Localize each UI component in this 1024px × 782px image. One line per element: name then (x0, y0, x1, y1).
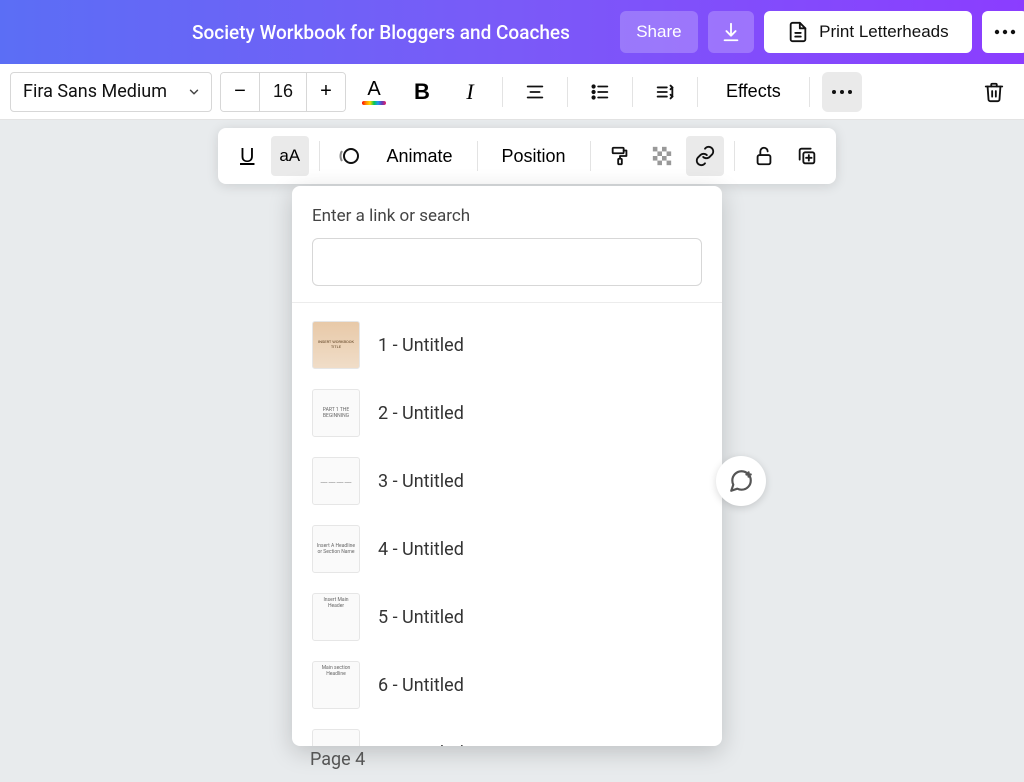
page-thumbnail (312, 729, 360, 746)
link-search-input-wrap[interactable] (312, 238, 702, 286)
align-center-icon (524, 81, 546, 103)
page-thumbnail: INSERT WORKBOOK TITLE (312, 321, 360, 369)
link-page-label: 6 - Untitled (378, 675, 464, 696)
link-page-label: 1 - Untitled (378, 335, 464, 356)
underline-button[interactable]: U (228, 136, 267, 176)
separator (734, 141, 735, 171)
more-tools-button[interactable] (822, 72, 862, 112)
text-color-icon: A (362, 79, 386, 105)
link-page-list[interactable]: INSERT WORKBOOK TITLE 1 - Untitled PART … (292, 305, 722, 746)
separator (567, 77, 568, 107)
uppercase-button[interactable]: aA (271, 136, 310, 176)
page-thumbnail: PART 1 THE BEGINNING (312, 389, 360, 437)
position-button[interactable]: Position (487, 136, 579, 176)
add-comment-button[interactable] (716, 456, 766, 506)
separator (502, 77, 503, 107)
link-search-label: Enter a link or search (292, 206, 722, 238)
chevron-down-icon (187, 85, 201, 99)
link-button[interactable] (686, 136, 725, 176)
header-buttons: Share Print Letterheads (620, 11, 1024, 53)
ellipsis-icon (994, 29, 1016, 35)
page-thumbnail: Insert A Headline or Section Name (312, 525, 360, 573)
underline-icon: U (240, 145, 254, 168)
duplicate-button[interactable] (787, 136, 826, 176)
italic-icon: I (466, 79, 473, 105)
separator (809, 77, 810, 107)
separator (632, 77, 633, 107)
duplicate-icon (796, 145, 818, 167)
bold-icon: B (414, 79, 430, 105)
page-indicator[interactable]: Page 4 (310, 749, 365, 770)
delete-button[interactable] (974, 72, 1014, 112)
link-page-item[interactable]: Main section Headline 6 - Untitled (292, 651, 722, 719)
animate-icon-button[interactable] (330, 136, 369, 176)
secondary-toolbar: U aA Animate Position (218, 128, 836, 184)
transparency-icon (651, 145, 673, 167)
uppercase-icon: aA (279, 146, 300, 166)
document-icon (787, 21, 809, 43)
comment-plus-icon (728, 468, 754, 494)
link-page-item[interactable]: ___ ___ ___ ___ 3 - Untitled (292, 447, 722, 515)
font-size-increase-button[interactable]: + (307, 73, 345, 111)
paint-roller-icon (609, 145, 631, 167)
more-menu-button[interactable] (982, 11, 1024, 53)
animate-button[interactable]: Animate (372, 136, 466, 176)
trash-icon (983, 81, 1005, 103)
page-thumbnail: Insert Main Header (312, 593, 360, 641)
link-page-item[interactable]: Insert Main Header 5 - Untitled (292, 583, 722, 651)
print-button-label: Print Letterheads (819, 22, 948, 42)
animate-icon (337, 144, 361, 168)
link-page-item[interactable]: INSERT WORKBOOK TITLE 1 - Untitled (292, 311, 722, 379)
link-page-label: 5 - Untitled (378, 607, 464, 628)
list-bullet-icon (589, 81, 611, 103)
download-icon (720, 21, 742, 43)
ellipsis-icon (831, 89, 853, 95)
page-thumbnail: Main section Headline (312, 661, 360, 709)
lock-button[interactable] (745, 136, 784, 176)
link-page-item[interactable]: 7 - Untitled (292, 719, 722, 746)
link-page-label: 4 - Untitled (378, 539, 464, 560)
font-size-input[interactable] (259, 73, 307, 111)
unlock-icon (753, 145, 775, 167)
share-button[interactable]: Share (620, 11, 698, 53)
text-color-button[interactable]: A (354, 72, 394, 112)
font-family-select[interactable]: Fira Sans Medium (10, 72, 212, 112)
copy-style-button[interactable] (601, 136, 640, 176)
link-page-label: 7 - Untitled (378, 743, 464, 747)
effects-button[interactable]: Effects (710, 72, 797, 112)
link-search-panel: Enter a link or search INSERT WORKBOOK T… (292, 186, 722, 746)
link-icon (694, 145, 716, 167)
font-size-group: − + (220, 72, 346, 112)
spacing-icon (654, 81, 676, 103)
link-page-label: 3 - Untitled (378, 471, 464, 492)
link-page-item[interactable]: PART 1 THE BEGINNING 2 - Untitled (292, 379, 722, 447)
top-header: Society Workbook for Bloggers and Coache… (0, 0, 1024, 64)
font-size-decrease-button[interactable]: − (221, 73, 259, 111)
page-thumbnail: ___ ___ ___ ___ (312, 457, 360, 505)
link-page-label: 2 - Untitled (378, 403, 464, 424)
link-page-item[interactable]: Insert A Headline or Section Name 4 - Un… (292, 515, 722, 583)
separator (590, 141, 591, 171)
separator (697, 77, 698, 107)
divider (292, 302, 722, 303)
spacing-button[interactable] (645, 72, 685, 112)
list-button[interactable] (580, 72, 620, 112)
separator (477, 141, 478, 171)
download-button[interactable] (708, 11, 754, 53)
italic-button[interactable]: I (450, 72, 490, 112)
link-search-input[interactable] (325, 253, 689, 271)
print-button[interactable]: Print Letterheads (764, 11, 972, 53)
bold-button[interactable]: B (402, 72, 442, 112)
transparency-button[interactable] (643, 136, 682, 176)
font-family-label: Fira Sans Medium (23, 81, 167, 102)
text-toolbar: Fira Sans Medium − + A B I (0, 64, 1024, 120)
separator (319, 141, 320, 171)
alignment-button[interactable] (515, 72, 555, 112)
document-title[interactable]: Society Workbook for Bloggers and Coache… (192, 21, 570, 44)
